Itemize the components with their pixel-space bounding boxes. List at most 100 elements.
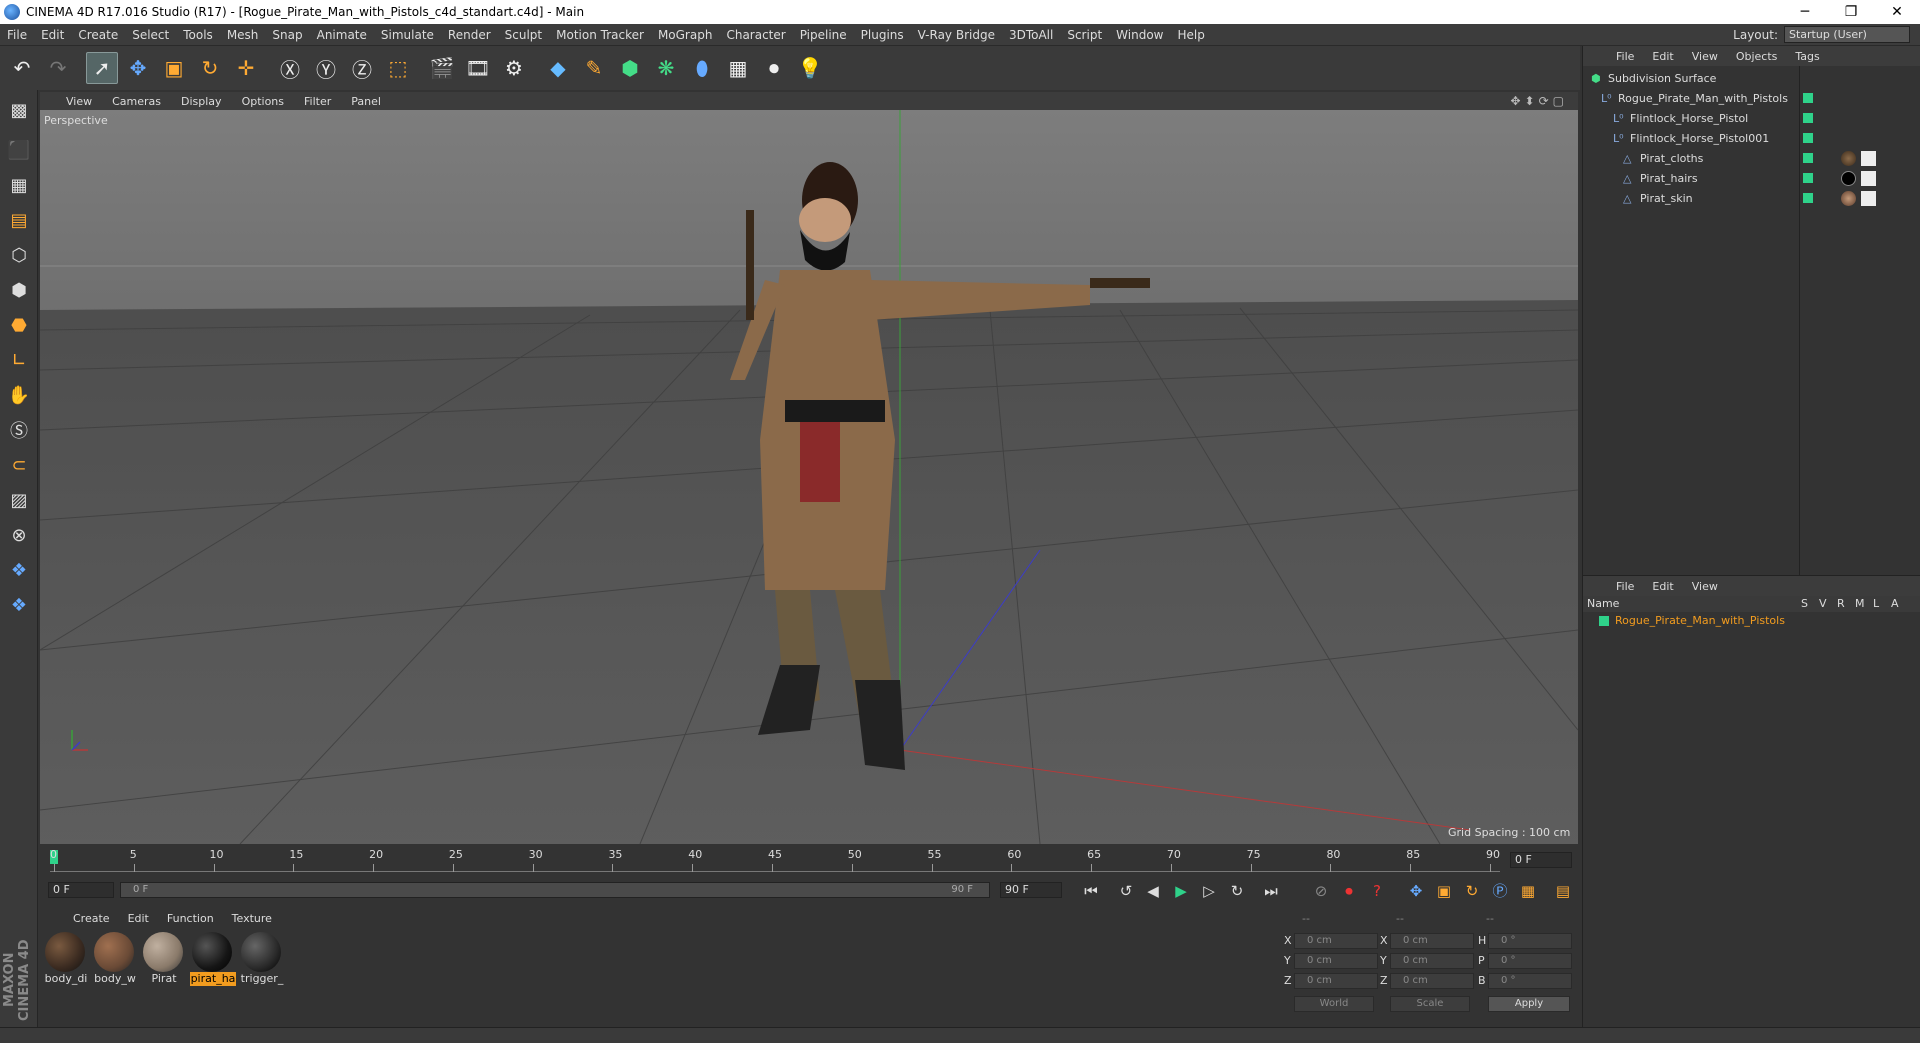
model-mode-icon[interactable]: ⬛ <box>4 135 34 165</box>
object-row-pirat-hairs[interactable]: △ Pirat_hairs <box>1583 168 1905 188</box>
objects-menu-objects[interactable]: Objects <box>1727 50 1787 63</box>
material-menu-edit[interactable]: Edit <box>119 912 158 925</box>
menu-tools[interactable]: Tools <box>176 28 220 42</box>
visibility-dot[interactable] <box>1803 113 1813 123</box>
object-row-rogue-pirate[interactable]: L⁰ Rogue_Pirate_Man_with_Pistols <box>1583 88 1905 108</box>
coordinate-system-icon[interactable]: ⬚ <box>382 52 414 84</box>
autokey-icon[interactable]: ? <box>1366 880 1388 902</box>
visibility-dot[interactable] <box>1803 133 1813 143</box>
key-pla-icon[interactable]: ▦ <box>1517 880 1539 902</box>
restore-button[interactable]: ❐ <box>1828 4 1874 20</box>
object-row-flintlock-pistol[interactable]: L⁰ Flintlock_Horse_Pistol <box>1583 108 1905 128</box>
material-tag-icon[interactable] <box>1841 150 1856 166</box>
rotation-h-field[interactable]: 0 ° <box>1488 933 1572 949</box>
end-frame-field[interactable]: 90 F <box>1000 882 1062 898</box>
camera-icon[interactable]: ⏺ <box>758 52 790 84</box>
rotation-b-field[interactable]: 0 ° <box>1488 973 1572 989</box>
minimize-button[interactable]: ─ <box>1782 4 1828 20</box>
material-tag-icon[interactable] <box>1841 170 1856 186</box>
menu-snap[interactable]: Snap <box>265 28 309 42</box>
menu-window[interactable]: Window <box>1109 28 1170 42</box>
next-key-icon[interactable]: ↻ <box>1226 880 1248 902</box>
menu-script[interactable]: Script <box>1060 28 1109 42</box>
layer-row[interactable]: Rogue_Pirate_Man_with_Pistols <box>1583 612 1920 630</box>
position-z-field[interactable]: 0 cm <box>1294 973 1378 989</box>
python-icon[interactable]: ❖ <box>4 555 34 585</box>
rotate-icon[interactable]: ↻ <box>194 52 226 84</box>
objects-menu-file[interactable]: File <box>1607 50 1643 63</box>
menu-animate[interactable]: Animate <box>310 28 374 42</box>
uvw-tag-icon[interactable] <box>1861 170 1876 186</box>
visibility-dot[interactable] <box>1803 93 1813 103</box>
light-icon[interactable]: 💡 <box>794 52 826 84</box>
viewport-menu-panel[interactable]: Panel <box>341 95 391 108</box>
coordinate-mode-select[interactable]: World <box>1294 996 1374 1012</box>
redo-icon[interactable]: ↷ <box>42 52 74 84</box>
menu-file[interactable]: File <box>0 28 34 42</box>
tweak-icon[interactable]: ✋ <box>4 380 34 410</box>
move-icon[interactable]: ✥ <box>122 52 154 84</box>
position-y-field[interactable]: 0 cm <box>1294 953 1378 969</box>
menu-3dtoall[interactable]: 3DToAll <box>1002 28 1060 42</box>
make-editable-icon[interactable]: ▩ <box>4 95 34 125</box>
layout-select[interactable]: Startup (User) <box>1784 26 1910 43</box>
material-item[interactable]: trigger_ <box>239 932 285 986</box>
magnet-icon[interactable]: ⊂ <box>4 450 34 480</box>
polygons-mode-icon[interactable]: ⬣ <box>4 310 34 340</box>
material-menu-texture[interactable]: Texture <box>223 912 281 925</box>
visibility-dot[interactable] <box>1803 173 1813 183</box>
attributes-menu-edit[interactable]: Edit <box>1643 580 1682 593</box>
render-view-icon[interactable]: 🎬 <box>426 52 458 84</box>
size-x-field[interactable]: 0 cm <box>1390 933 1474 949</box>
close-button[interactable]: ✕ <box>1874 4 1920 20</box>
material-menu-create[interactable]: Create <box>64 912 119 925</box>
transform-icon[interactable]: ✛ <box>230 52 262 84</box>
start-frame-field[interactable]: 0 F <box>48 882 114 898</box>
texture-mode-icon[interactable]: ▦ <box>4 170 34 200</box>
attributes-menu-file[interactable]: File <box>1607 580 1643 593</box>
apply-button[interactable]: Apply <box>1488 996 1570 1012</box>
object-row-flintlock-pistol001[interactable]: L⁰ Flintlock_Horse_Pistol001 <box>1583 128 1905 148</box>
render-settings-icon[interactable]: ⚙ <box>498 52 530 84</box>
floor-icon[interactable]: ▦ <box>722 52 754 84</box>
objects-menu-view[interactable]: View <box>1683 50 1727 63</box>
axis-mode-icon[interactable]: ∟ <box>4 345 34 375</box>
size-z-field[interactable]: 0 cm <box>1390 973 1474 989</box>
frame-range-slider[interactable]: 0 F 90 F <box>120 882 990 898</box>
viewport-perspective[interactable] <box>40 110 1578 844</box>
cloner-icon[interactable]: ❋ <box>650 52 682 84</box>
menu-mesh[interactable]: Mesh <box>220 28 266 42</box>
x-axis-icon[interactable]: Ⓧ <box>274 52 306 84</box>
viewport-menu-display[interactable]: Display <box>171 95 232 108</box>
uvw-tag-icon[interactable] <box>1861 150 1876 166</box>
prev-frame-icon[interactable]: ◀ <box>1142 880 1164 902</box>
menu-vray-bridge[interactable]: V-Ray Bridge <box>911 28 1002 42</box>
material-menu-function[interactable]: Function <box>158 912 223 925</box>
z-axis-icon[interactable]: Ⓩ <box>346 52 378 84</box>
menu-plugins[interactable]: Plugins <box>854 28 911 42</box>
position-x-field[interactable]: 0 cm <box>1294 933 1378 949</box>
current-frame-field[interactable]: 0 F <box>1510 852 1572 868</box>
undo-icon[interactable]: ↶ <box>6 52 38 84</box>
material-item[interactable]: body_di <box>43 932 89 986</box>
menu-help[interactable]: Help <box>1170 28 1211 42</box>
render-picture-viewer-icon[interactable]: 🎞 <box>462 52 494 84</box>
cube-icon[interactable]: ◆ <box>542 52 574 84</box>
object-row-subdivision[interactable]: ⬢ Subdivision Surface <box>1583 68 1905 88</box>
goto-start-icon[interactable]: ⏮ <box>1080 880 1102 902</box>
deformer-icon[interactable]: ⬮ <box>686 52 718 84</box>
edges-mode-icon[interactable]: ⬢ <box>4 275 34 305</box>
pen-icon[interactable]: ✎ <box>578 52 610 84</box>
viewport-menu-filter[interactable]: Filter <box>294 95 341 108</box>
visibility-dot[interactable] <box>1803 153 1813 163</box>
key-param-icon[interactable]: Ⓟ <box>1489 880 1511 902</box>
material-item-selected[interactable]: pirat_ha <box>190 932 236 986</box>
snap-grid-icon[interactable]: ▨ <box>4 485 34 515</box>
goto-end-icon[interactable]: ⏭ <box>1260 880 1282 902</box>
menu-create[interactable]: Create <box>71 28 125 42</box>
key-rotate-icon[interactable]: ↻ <box>1461 880 1483 902</box>
material-tag-icon[interactable] <box>1841 190 1856 206</box>
viewport-menu-view[interactable]: View <box>40 95 102 108</box>
viewport-menu-options[interactable]: Options <box>232 95 294 108</box>
rotation-p-field[interactable]: 0 ° <box>1488 953 1572 969</box>
